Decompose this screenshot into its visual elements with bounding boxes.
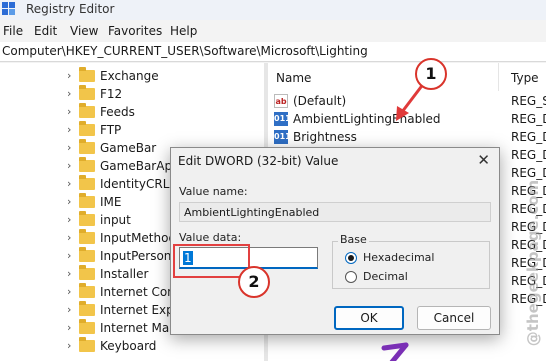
base-group-label: Base	[338, 233, 369, 246]
annotation-arrow-1	[400, 82, 426, 113]
annotation-step-2: 2	[238, 266, 270, 298]
annotation-arrows	[381, 82, 426, 361]
annotation-step-1: 1	[415, 58, 447, 90]
watermark: @thegeekpage.com	[524, 170, 542, 355]
annotation-arrowhead-1	[396, 106, 409, 121]
watermark-text: @thegeekpage.com	[524, 179, 542, 346]
